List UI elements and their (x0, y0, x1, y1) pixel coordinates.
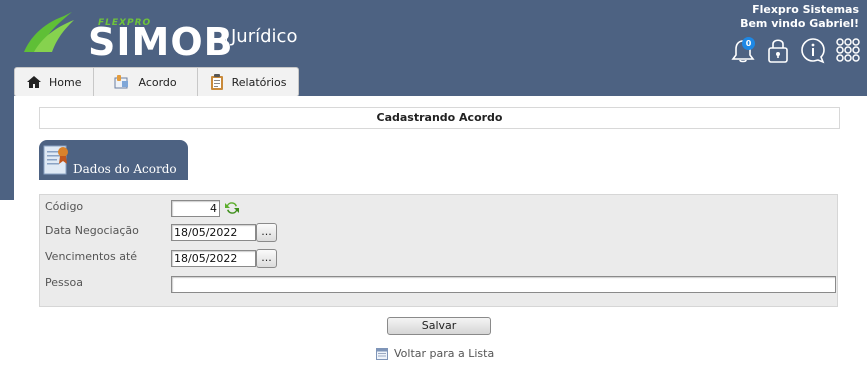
back-to-list-label: Voltar para a Lista (394, 347, 495, 360)
vencimentos-field[interactable]: 18/05/2022 (171, 250, 256, 267)
nav-item-relatorios[interactable]: Relatórios (198, 68, 299, 96)
tab-label: Dados do Acordo (73, 162, 177, 176)
apps-grid-icon (836, 38, 860, 62)
nav-item-label: Home (49, 75, 82, 89)
side-band (0, 96, 14, 200)
home-icon (27, 76, 41, 88)
refresh-icon[interactable] (224, 200, 240, 216)
main-nav: Home Acordo Relatórios (14, 67, 300, 97)
apps-menu-button[interactable] (835, 36, 861, 64)
page-title: Cadastrando Acordo (39, 107, 840, 129)
nav-item-acordo[interactable]: Acordo (94, 68, 198, 96)
list-icon (376, 347, 388, 360)
info-icon (801, 38, 825, 64)
info-button[interactable] (800, 36, 826, 64)
data-negociacao-label: Data Negociação (45, 224, 139, 237)
vencimentos-label: Vencimentos até (45, 250, 138, 263)
notification-count-badge: 0 (742, 37, 755, 50)
clipboard-icon (210, 74, 223, 90)
data-negociacao-field[interactable]: 18/05/2022 (171, 224, 256, 241)
acordo-icon (114, 75, 129, 89)
brand-module: Jurídico (231, 26, 298, 47)
company-name: Flexpro Sistemas (752, 3, 859, 16)
user-info: Flexpro Sistemas Bem vindo Gabriel! (740, 3, 859, 31)
data-negociacao-picker-button[interactable]: ... (256, 223, 277, 242)
notifications-button[interactable]: 0 (730, 36, 756, 64)
save-button[interactable]: Salvar (387, 317, 491, 335)
nav-item-label: Acordo (138, 75, 177, 89)
pessoa-label: Pessoa (45, 276, 83, 289)
vencimentos-picker-button[interactable]: ... (256, 249, 277, 268)
nav-item-label: Relatórios (231, 75, 287, 89)
tab-dados-do-acordo[interactable]: Dados do Acordo (39, 140, 188, 180)
nav-item-home[interactable]: Home (15, 68, 95, 96)
pessoa-field[interactable] (171, 276, 836, 293)
codigo-field[interactable]: 4 (171, 200, 220, 217)
codigo-label: Código (45, 200, 84, 213)
app-header: FLEXPRO SIMOB Jurídico Flexpro Sistemas … (0, 0, 867, 97)
main-content: Cadastrando Acordo Dados do Acordo Códig… (14, 96, 867, 375)
back-to-list-link[interactable]: Voltar para a Lista (376, 347, 494, 360)
flexpro-swoosh-icon (24, 12, 74, 52)
simob-logo[interactable]: FLEXPRO SIMOB Jurídico (20, 8, 320, 64)
brand-name: SIMOB (88, 20, 234, 64)
brand-separator (226, 30, 227, 52)
welcome-text: Bem vindo Gabriel! (740, 17, 859, 30)
header-icons: 0 (730, 36, 861, 64)
acordo-form: Código 4 Data Negociação 18/05/2022 ... … (39, 194, 838, 307)
certificate-icon (43, 145, 68, 175)
lock-icon (768, 39, 788, 63)
lock-button[interactable] (765, 36, 791, 64)
